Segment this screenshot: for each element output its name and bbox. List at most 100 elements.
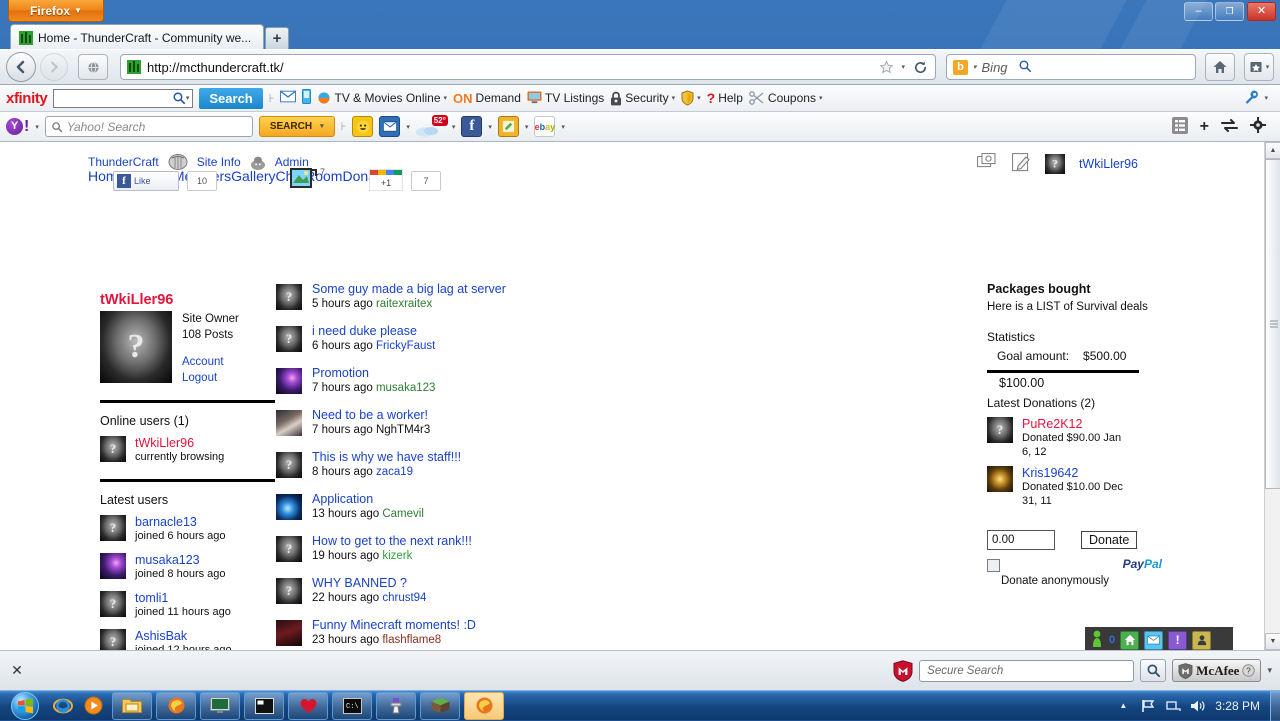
- post-author[interactable]: Camevil: [382, 508, 424, 520]
- post-title[interactable]: This is why we have staff!!!: [312, 450, 461, 464]
- search-icon[interactable]: [1018, 59, 1032, 76]
- smiley-icon[interactable]: [352, 116, 374, 137]
- envelope-icon[interactable]: [280, 90, 297, 106]
- url-bar[interactable]: http://mcthundercraft.tk/ ▾: [120, 54, 936, 80]
- plus-icon[interactable]: +: [1200, 118, 1209, 136]
- chevron-down-icon[interactable]: ▾: [819, 94, 823, 102]
- donate-anonymously-checkbox[interactable]: [987, 559, 1000, 572]
- donate-button[interactable]: Donate: [1081, 531, 1138, 549]
- taskbar-button-firefox-active[interactable]: [464, 691, 504, 720]
- post-author[interactable]: raitexraitex: [376, 298, 432, 310]
- top-link-site-info[interactable]: Site Info: [197, 155, 241, 169]
- notepad-icon[interactable]: [497, 116, 519, 137]
- latest-user-name[interactable]: barnacle13: [135, 515, 197, 529]
- gear-icon[interactable]: [1250, 117, 1266, 136]
- firefox-menu-button[interactable]: Firefox ▼: [8, 0, 104, 22]
- latest-user-name[interactable]: musaka123: [135, 553, 200, 567]
- post-item[interactable]: WHY BANNED ? 22 hours ago chrust94: [276, 576, 616, 606]
- chevron-down-icon[interactable]: ▾: [672, 94, 676, 102]
- avatar[interactable]: [276, 494, 302, 520]
- post-title[interactable]: WHY BANNED ?: [312, 576, 426, 590]
- messages-icon[interactable]: [977, 153, 998, 175]
- avatar[interactable]: [276, 578, 302, 604]
- taskbar-button-remote-desktop[interactable]: [200, 691, 240, 720]
- post-author[interactable]: flashflame8: [382, 634, 441, 646]
- chevron-down-icon[interactable]: ▾: [444, 94, 448, 102]
- post-item[interactable]: Some guy made a big lag at server 5 hour…: [276, 282, 616, 312]
- avatar[interactable]: [100, 436, 126, 462]
- wrench-icon[interactable]: [1244, 89, 1260, 108]
- scroll-up-button[interactable]: ▲: [1265, 142, 1280, 159]
- mail-icon[interactable]: [379, 116, 401, 137]
- avatar[interactable]: [276, 620, 302, 646]
- avatar[interactable]: [276, 284, 302, 310]
- post-author[interactable]: musaka123: [376, 382, 435, 394]
- taskbar-button-folder[interactable]: [112, 691, 152, 720]
- post-title[interactable]: Some guy made a big lag at server: [312, 282, 506, 296]
- secure-search-button[interactable]: [1140, 659, 1167, 682]
- post-item[interactable]: This is why we have staff!!! 8 hours ago…: [276, 450, 616, 480]
- taskbar-button-cmd[interactable]: C:\: [332, 691, 372, 720]
- search-bar[interactable]: b ▾ Bing: [946, 54, 1196, 80]
- avatar[interactable]: [276, 536, 302, 562]
- mail-icon[interactable]: [1144, 630, 1164, 650]
- chevron-down-icon[interactable]: ▾: [1264, 94, 1268, 102]
- avatar[interactable]: [276, 452, 302, 478]
- taskbar-button-firefox[interactable]: [156, 691, 196, 720]
- xfinity-item-security[interactable]: Security ▾: [610, 91, 675, 106]
- volume-icon[interactable]: [1190, 698, 1206, 714]
- chevron-down-icon[interactable]: ▾: [488, 123, 492, 131]
- home-button[interactable]: [1205, 53, 1235, 81]
- list-item[interactable]: barnacle13 joined 6 hours ago: [100, 515, 275, 544]
- weather-icon[interactable]: 52°: [415, 114, 448, 138]
- chevron-down-icon[interactable]: ▾: [561, 123, 565, 131]
- profile-avatar[interactable]: [100, 311, 172, 383]
- chevron-down-icon[interactable]: ▾: [697, 94, 701, 102]
- scroll-down-button[interactable]: ▼: [1265, 633, 1280, 650]
- compose-icon[interactable]: [1012, 153, 1031, 175]
- list-item[interactable]: tWkiLler96 currently browsing: [100, 436, 275, 465]
- search-engine-caret-icon[interactable]: ▾: [973, 63, 977, 71]
- nav-item-gallery[interactable]: Gallery: [231, 168, 275, 184]
- chevron-down-icon[interactable]: ▾: [186, 94, 190, 102]
- start-button[interactable]: [2, 691, 48, 721]
- avatar[interactable]: [100, 629, 126, 650]
- post-item[interactable]: Promotion 7 hours ago musaka123: [276, 366, 616, 396]
- flag-icon[interactable]: [1140, 698, 1156, 714]
- donor-name[interactable]: PuRe2K12: [1022, 417, 1082, 431]
- latest-user-name[interactable]: tomli1: [135, 591, 168, 605]
- avatar[interactable]: [276, 410, 302, 436]
- xfinity-item-coupons[interactable]: Coupons ▾: [749, 91, 823, 105]
- post-author[interactable]: NghTM4r3: [376, 424, 430, 436]
- post-item[interactable]: i need duke please 6 hours ago FrickyFau…: [276, 324, 616, 354]
- post-author[interactable]: chrust94: [382, 592, 426, 604]
- xfinity-item-on-demand[interactable]: ON Demand: [453, 91, 521, 106]
- taskbar-clock[interactable]: 3:28 PM: [1215, 699, 1260, 713]
- post-author[interactable]: FrickyFaust: [376, 340, 435, 352]
- taskbar-button-heart[interactable]: [288, 691, 328, 720]
- yahoo-search-button[interactable]: SEARCH ▾: [258, 116, 335, 137]
- list-icon[interactable]: [1171, 116, 1188, 137]
- donate-amount-input[interactable]: 0.00: [987, 530, 1055, 550]
- avatar[interactable]: [276, 368, 302, 394]
- post-item[interactable]: Need to be a worker! 7 hours ago NghTM4r…: [276, 408, 616, 438]
- post-item[interactable]: Funny Minecraft moments! :D 23 hours ago…: [276, 618, 616, 648]
- top-link-thundercraft[interactable]: ThunderCraft: [88, 155, 159, 169]
- xfinity-item-tv-listings[interactable]: TV Listings: [527, 91, 604, 105]
- close-findbar-button[interactable]: ✕: [8, 662, 26, 679]
- google-plus-widget[interactable]: +1: [368, 168, 404, 192]
- list-item[interactable]: AshisBak joined 12 hours ago: [100, 629, 275, 650]
- post-title[interactable]: Promotion: [312, 366, 435, 380]
- post-title[interactable]: Application: [312, 492, 424, 506]
- window-maximize-button[interactable]: ❐: [1215, 2, 1244, 21]
- taskbar-button-paint[interactable]: [376, 691, 416, 720]
- post-title[interactable]: Need to be a worker!: [312, 408, 430, 422]
- chevron-down-icon[interactable]: ▾: [320, 117, 324, 136]
- taskbar-button-terminal[interactable]: [244, 691, 284, 720]
- alert-icon[interactable]: !: [1168, 630, 1188, 650]
- facebook-like-widget[interactable]: f Like: [113, 171, 179, 191]
- window-minimize-button[interactable]: –: [1184, 2, 1213, 21]
- new-tab-button[interactable]: +: [265, 27, 289, 50]
- avatar[interactable]: [100, 591, 126, 617]
- post-author[interactable]: zaca19: [376, 466, 413, 478]
